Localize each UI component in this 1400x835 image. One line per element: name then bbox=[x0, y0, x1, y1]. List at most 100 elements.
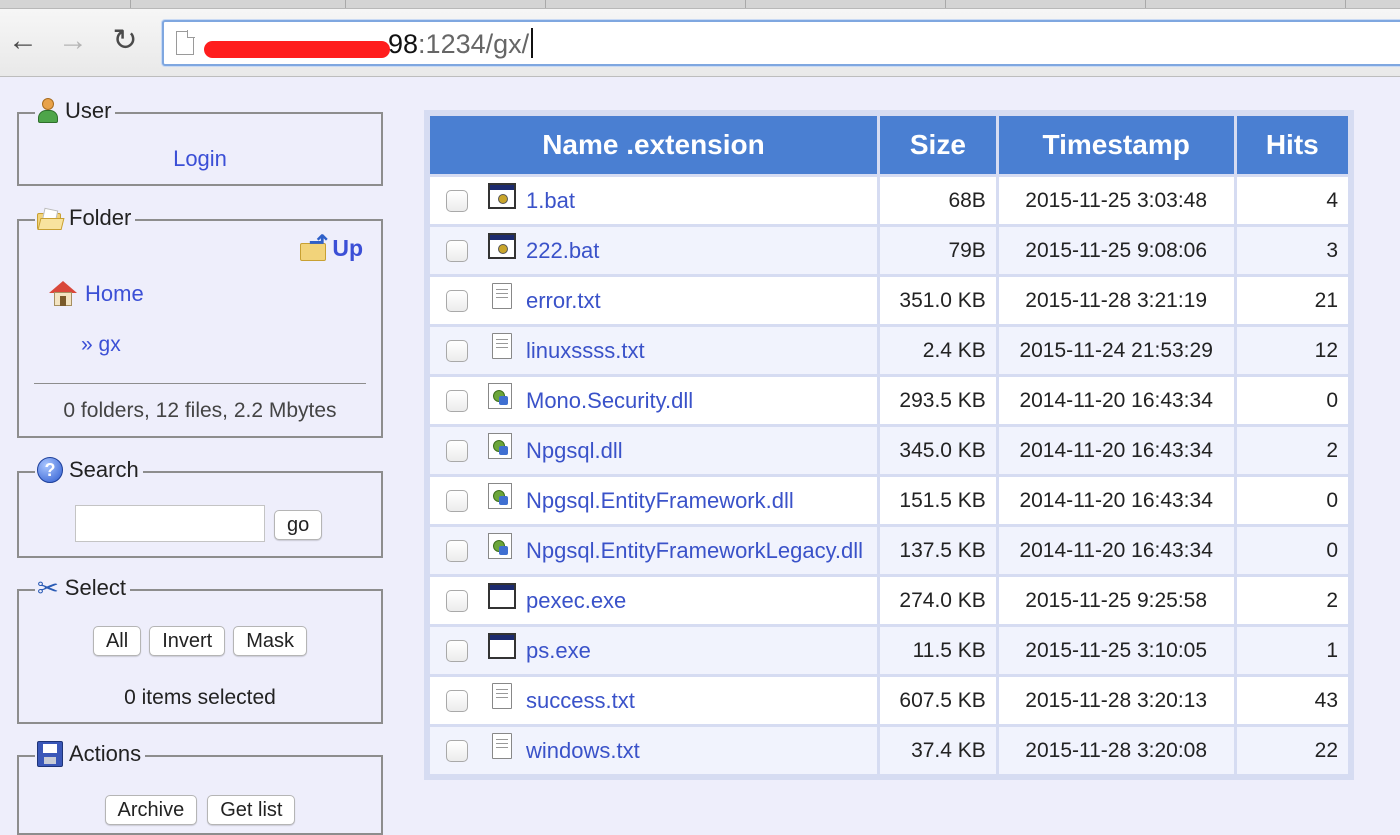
column-header-size[interactable]: Size bbox=[879, 116, 996, 174]
tab-edge bbox=[1145, 0, 1146, 8]
file-size: 37.4 KB bbox=[879, 727, 996, 774]
table-row[interactable]: ps.exe 11.5 KB 2015-11-25 3:10:05 1 bbox=[430, 627, 1348, 674]
address-bar[interactable]: 98:1234/gx/ bbox=[162, 20, 1400, 66]
search-input[interactable] bbox=[75, 505, 265, 542]
folder-panel-title: Folder bbox=[69, 205, 132, 230]
row-checkbox[interactable] bbox=[446, 239, 468, 262]
file-name-link[interactable]: ps.exe bbox=[526, 638, 591, 664]
select-all-button[interactable]: All bbox=[92, 626, 142, 656]
column-header-timestamp[interactable]: Timestamp bbox=[998, 116, 1234, 174]
mask-button[interactable]: Mask bbox=[233, 626, 308, 656]
file-name-link[interactable]: success.txt bbox=[526, 688, 635, 714]
exe-file-icon bbox=[488, 582, 516, 609]
file-timestamp: 2015-11-25 3:10:05 bbox=[998, 627, 1234, 674]
name-cell: Npgsql.EntityFramework.dll bbox=[430, 477, 877, 524]
table-row[interactable]: 1.bat 68B 2015-11-25 3:03:48 4 bbox=[430, 177, 1348, 224]
file-size: 2.4 KB bbox=[879, 327, 996, 374]
back-arrow-icon[interactable]: ← bbox=[4, 23, 42, 59]
name-cell-content: 222.bat bbox=[440, 232, 867, 264]
folder-summary: 0 folders, 12 files, 2.2 Mbytes bbox=[63, 399, 337, 422]
column-header-hits[interactable]: Hits bbox=[1236, 116, 1348, 174]
column-header-name[interactable]: Name .extension bbox=[430, 116, 877, 174]
file-name-link[interactable]: windows.txt bbox=[526, 738, 640, 764]
address-text[interactable]: 98:1234/gx/ bbox=[388, 26, 533, 62]
file-size: 11.5 KB bbox=[879, 627, 996, 674]
table-row[interactable]: error.txt 351.0 KB 2015-11-28 3:21:19 21 bbox=[430, 277, 1348, 324]
dll-file-icon bbox=[488, 482, 512, 509]
name-cell-content: error.txt bbox=[440, 282, 867, 314]
text-caret bbox=[531, 28, 533, 58]
file-timestamp: 2014-11-20 16:43:34 bbox=[998, 377, 1234, 424]
file-hits: 1 bbox=[1236, 627, 1348, 674]
row-checkbox[interactable] bbox=[446, 639, 468, 662]
row-checkbox[interactable] bbox=[446, 339, 468, 362]
file-timestamp: 2015-11-24 21:53:29 bbox=[998, 327, 1234, 374]
table-row[interactable]: success.txt 607.5 KB 2015-11-28 3:20:13 43 bbox=[430, 677, 1348, 724]
file-name-link[interactable]: 1.bat bbox=[526, 188, 575, 214]
file-name-link[interactable]: pexec.exe bbox=[526, 588, 626, 614]
row-checkbox[interactable] bbox=[446, 439, 468, 462]
file-name-link[interactable]: Npgsql.EntityFrameworkLegacy.dll bbox=[526, 538, 863, 564]
login-link[interactable]: Login bbox=[19, 146, 381, 172]
name-cell-content: pexec.exe bbox=[440, 582, 867, 614]
file-timestamp: 2014-11-20 16:43:34 bbox=[998, 477, 1234, 524]
row-checkbox[interactable] bbox=[446, 689, 468, 712]
archive-button[interactable]: Archive bbox=[104, 795, 198, 825]
row-checkbox[interactable] bbox=[446, 539, 468, 562]
row-checkbox[interactable] bbox=[446, 389, 468, 412]
file-timestamp: 2015-11-25 9:25:58 bbox=[998, 577, 1234, 624]
search-panel: ? Search go bbox=[17, 453, 383, 558]
file-hits: 22 bbox=[1236, 727, 1348, 774]
up-label: Up bbox=[332, 234, 363, 261]
file-name-link[interactable]: linuxssss.txt bbox=[526, 338, 645, 364]
name-cell: success.txt bbox=[430, 677, 877, 724]
file-hits: 0 bbox=[1236, 377, 1348, 424]
table-row[interactable]: Npgsql.dll 345.0 KB 2014-11-20 16:43:34 2 bbox=[430, 427, 1348, 474]
file-size: 137.5 KB bbox=[879, 527, 996, 574]
file-name-link[interactable]: Mono.Security.dll bbox=[526, 388, 693, 414]
home-link[interactable]: Home bbox=[49, 281, 144, 307]
text-file-icon bbox=[492, 282, 512, 309]
file-name-link[interactable]: 222.bat bbox=[526, 238, 599, 264]
search-go-button[interactable]: go bbox=[274, 510, 323, 540]
file-hits: 2 bbox=[1236, 577, 1348, 624]
get-list-button[interactable]: Get list bbox=[207, 795, 296, 825]
file-size: 79B bbox=[879, 227, 996, 274]
row-checkbox[interactable] bbox=[446, 589, 468, 612]
redaction-mark bbox=[204, 41, 390, 58]
table-row[interactable]: Mono.Security.dll 293.5 KB 2014-11-20 16:4… bbox=[430, 377, 1348, 424]
actions-panel-title: Actions bbox=[69, 741, 142, 766]
reload-icon[interactable]: ↻ bbox=[106, 23, 144, 59]
table-row[interactable]: windows.txt 37.4 KB 2015-11-28 3:20:08 22 bbox=[430, 727, 1348, 774]
table-row[interactable]: 222.bat 79B 2015-11-25 9:08:06 3 bbox=[430, 227, 1348, 274]
table-row[interactable]: linuxssss.txt 2.4 KB 2015-11-24 21:53:29 12 bbox=[430, 327, 1348, 374]
forward-arrow-icon[interactable]: → bbox=[54, 23, 92, 59]
tab-strip bbox=[0, 0, 1400, 9]
row-checkbox[interactable] bbox=[446, 489, 468, 512]
row-checkbox[interactable] bbox=[446, 189, 468, 212]
search-panel-legend: ? Search bbox=[35, 453, 143, 483]
name-cell-content: linuxssss.txt bbox=[440, 332, 867, 364]
current-folder-link[interactable]: » gx bbox=[81, 333, 121, 357]
name-cell: Npgsql.EntityFrameworkLegacy.dll bbox=[430, 527, 877, 574]
table-row[interactable]: Npgsql.EntityFramework.dll 151.5 KB 2014-1… bbox=[430, 477, 1348, 524]
file-hits: 12 bbox=[1236, 327, 1348, 374]
tab-edge bbox=[1345, 0, 1346, 8]
folder-up-icon: ⬏ bbox=[300, 231, 330, 263]
table-row[interactable]: pexec.exe 274.0 KB 2015-11-25 9:25:58 2 bbox=[430, 577, 1348, 624]
name-cell: 1.bat bbox=[430, 177, 877, 224]
row-checkbox[interactable] bbox=[446, 739, 468, 762]
name-cell-content: Npgsql.dll bbox=[440, 432, 867, 464]
row-checkbox[interactable] bbox=[446, 289, 468, 312]
name-cell: pexec.exe bbox=[430, 577, 877, 624]
file-name-link[interactable]: error.txt bbox=[526, 288, 601, 314]
table-row[interactable]: Npgsql.EntityFrameworkLegacy.dll 137.5 KB… bbox=[430, 527, 1348, 574]
exe-file-icon bbox=[488, 632, 516, 659]
file-rows: 1.bat 68B 2015-11-25 3:03:48 4 222.bat 79B 201… bbox=[430, 177, 1348, 774]
file-name-link[interactable]: Npgsql.dll bbox=[526, 438, 623, 464]
file-timestamp: 2015-11-28 3:20:13 bbox=[998, 677, 1234, 724]
up-button[interactable]: ⬏ Up bbox=[300, 231, 363, 263]
file-name-link[interactable]: Npgsql.EntityFramework.dll bbox=[526, 488, 794, 514]
invert-selection-button[interactable]: Invert bbox=[149, 626, 226, 656]
browser-toolbar: ← → ↻ 98:1234/gx/ bbox=[0, 9, 1400, 77]
